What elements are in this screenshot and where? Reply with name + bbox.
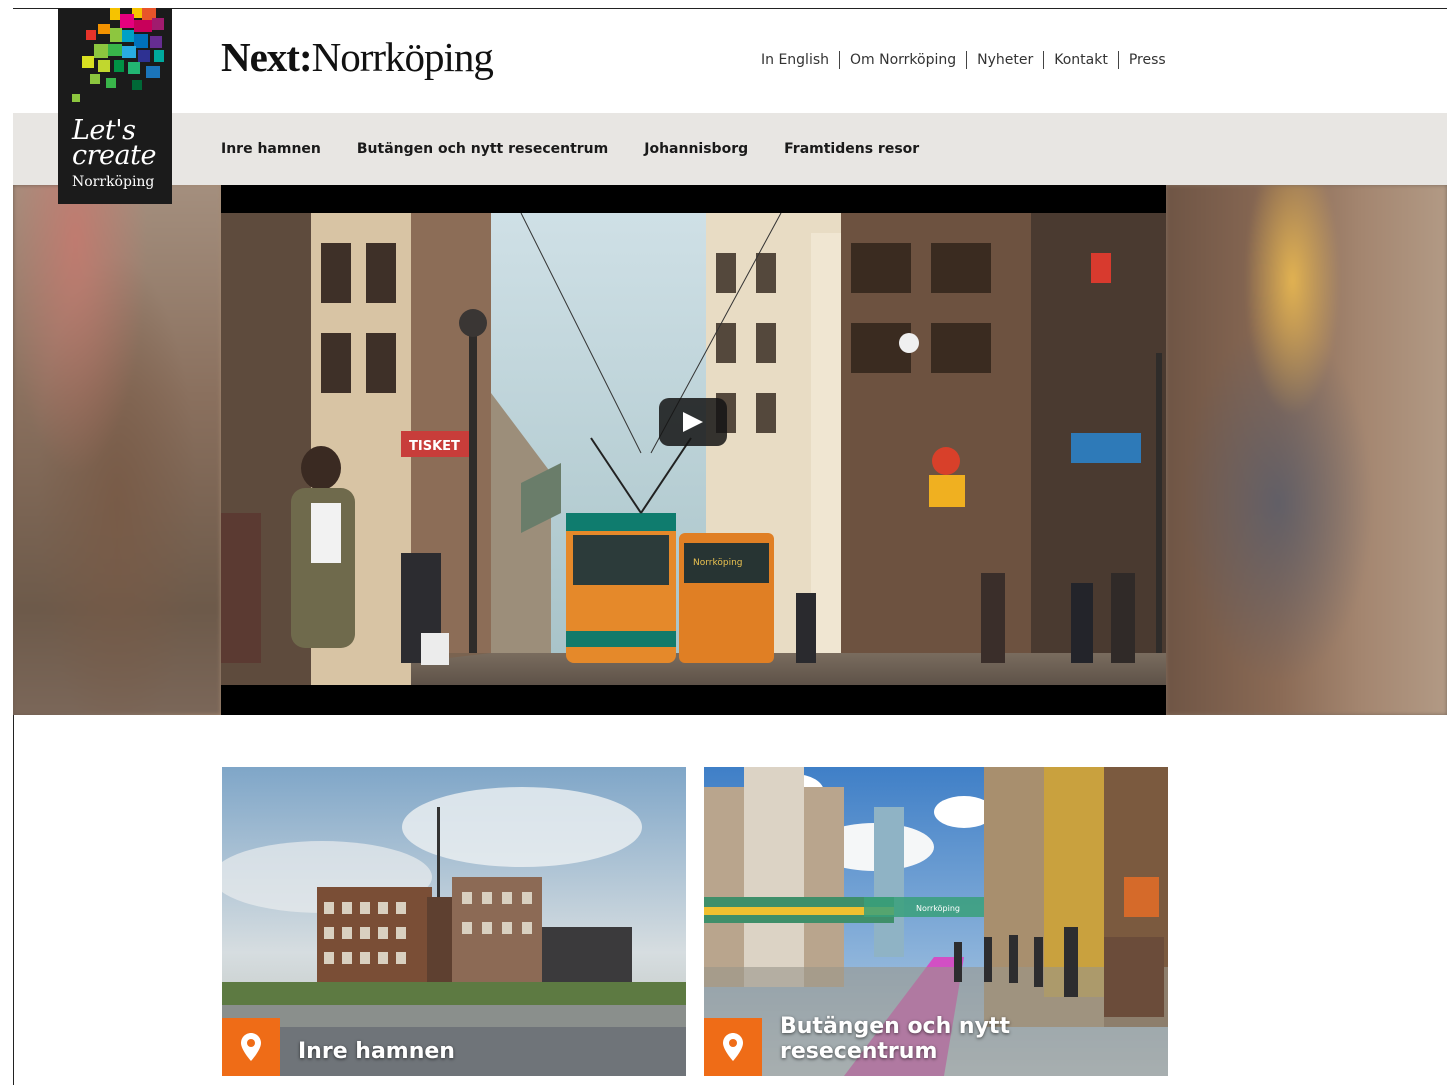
hero-blur-left — [13, 185, 221, 715]
map-pin-button[interactable] — [222, 1018, 280, 1076]
map-pin-icon — [241, 1033, 261, 1061]
link-kontakt[interactable]: Kontakt — [1054, 52, 1108, 68]
link-press[interactable]: Press — [1129, 52, 1166, 68]
tram-destination-sign: Norrköping — [693, 558, 743, 568]
video-player[interactable]: TISKET Norrköping — [221, 185, 1166, 715]
divider — [1117, 51, 1119, 69]
site-header: Next:Norrköping In English Om Norrköping… — [13, 9, 1447, 113]
divider — [839, 51, 841, 69]
inre-hamnen-image — [222, 767, 686, 1076]
hero-blur-right — [1166, 185, 1447, 715]
card-title: Butängen och nytt resecentrum — [780, 1014, 1010, 1064]
play-icon — [683, 412, 703, 432]
link-nyheter[interactable]: Nyheter — [977, 52, 1033, 68]
nav-item-johannisborg[interactable]: Johannisborg — [644, 141, 748, 157]
nav-item-butangen[interactable]: Butängen och nytt resecentrum — [357, 141, 608, 157]
map-pin-icon — [723, 1033, 743, 1061]
project-card-inre-hamnen[interactable]: Inre hamnen — [222, 767, 686, 1076]
card-title: Inre hamnen — [298, 1039, 455, 1064]
logo-tagline: Let's create — [72, 115, 156, 171]
brand-regular: Norrköping — [311, 34, 494, 80]
map-pin-button[interactable] — [704, 1018, 762, 1076]
divider — [1043, 51, 1045, 69]
nav-item-framtidens-resor[interactable]: Framtidens resor — [784, 141, 919, 157]
main-nav: Inre hamnen Butängen och nytt resecentru… — [13, 113, 1447, 185]
nav-item-inre-hamnen[interactable]: Inre hamnen — [221, 141, 321, 157]
divider — [966, 51, 968, 69]
tram-label: Norrköping — [916, 904, 960, 913]
logo-badge[interactable]: Let's create Norrköping — [58, 8, 172, 204]
logo-city: Norrköping — [72, 174, 155, 190]
video-thumbnail: TISKET Norrköping — [221, 213, 1166, 685]
link-om-norrkoping[interactable]: Om Norrköping — [850, 52, 956, 68]
street-scene-image: TISKET Norrköping — [221, 213, 1166, 685]
top-links: In English Om Norrköping Nyheter Kontakt… — [761, 51, 1166, 69]
link-in-english[interactable]: In English — [761, 52, 829, 68]
storefront-sign: TISKET — [409, 439, 460, 454]
play-button[interactable] — [659, 398, 727, 446]
site-brand[interactable]: Next:Norrköping — [221, 33, 494, 81]
hero-banner: TISKET Norrköping — [13, 185, 1447, 715]
brand-bold: Next: — [221, 34, 313, 80]
project-card-butangen[interactable]: Norrköping Butängen och nytt resecentrum — [704, 767, 1168, 1076]
